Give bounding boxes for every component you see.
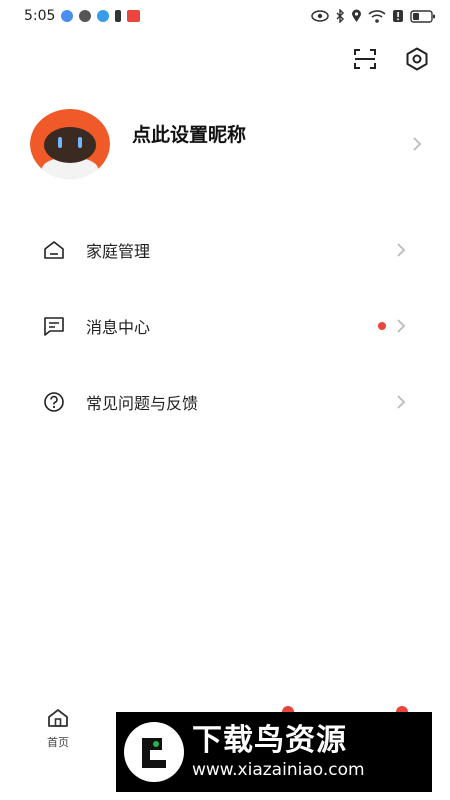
bluetooth-icon [336,9,344,23]
menu-list: 家庭管理 消息中心 常见问题与反馈 [42,212,408,440]
watermark-title: 下载鸟资源 [192,723,347,758]
tab-home[interactable]: 首页 [38,708,78,750]
sim-alert-icon [393,10,403,22]
home-icon [42,238,66,262]
cloud-icon [97,10,110,22]
menu-item-label: 家庭管理 [86,242,151,261]
wifi-icon [368,10,386,23]
help-icon [42,390,66,414]
watermark-url: www.xiazainiao.com [192,760,365,780]
profile-row[interactable]: 点此设置昵称 [30,108,424,180]
eye-icon [311,10,329,22]
message-icon [42,314,66,338]
chevron-right-icon [394,392,408,412]
chevron-right-icon [410,134,424,154]
tab-home-label: 首页 [47,736,69,749]
menu-item-family-management[interactable]: 家庭管理 [42,212,408,288]
settings-icon [406,47,428,71]
unread-badge [378,322,386,330]
menu-item-message-center[interactable]: 消息中心 [42,288,408,364]
battery-icon [410,9,435,23]
keyhole-icon [115,10,122,22]
scan-icon [354,49,376,69]
chevron-right-icon [394,316,408,336]
menu-item-label: 常见问题与反馈 [86,394,199,413]
status-bar: 5:05 [0,0,450,32]
menu-item-label: 消息中心 [86,318,151,337]
watermark-banner: 下载鸟资源 www.xiazainiao.com [116,712,432,792]
menu-item-faq-feedback[interactable]: 常见问题与反馈 [42,364,408,440]
robot-avatar-icon [30,109,110,179]
chevron-right-icon [394,240,408,260]
nickname-label: 点此设置昵称 [132,123,247,146]
app-alert-icon [127,10,141,22]
status-time: 5:05 [24,8,56,24]
app-notification-icon [61,10,74,22]
location-icon [352,9,361,22]
scan-button[interactable] [352,46,378,72]
settings-button[interactable] [404,46,430,72]
bird-logo-icon [124,722,184,782]
wechat-icon [79,10,92,22]
home-tab-icon [48,709,68,727]
avatar[interactable] [30,109,110,179]
